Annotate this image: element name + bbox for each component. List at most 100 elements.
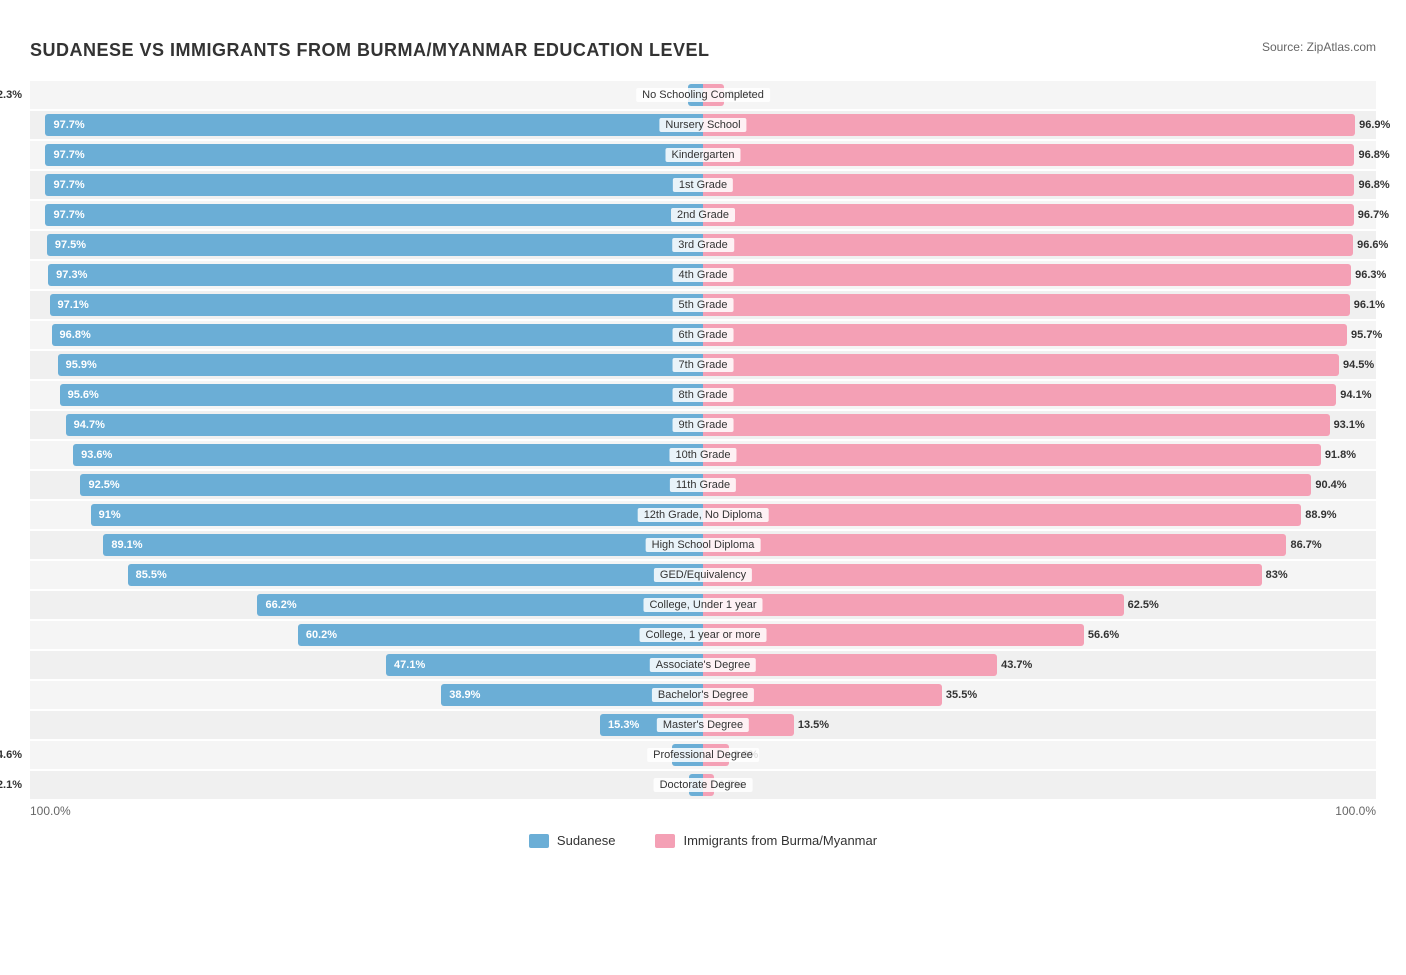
right-bar [703,144,1354,166]
right-section: 94.1% [703,381,1376,409]
right-bar [703,654,997,676]
bars-wrapper: 92.5%90.4%11th Grade [30,471,1376,499]
left-section: 96.8% [30,321,703,349]
chart-area: 2.3%3.1%No Schooling Completed97.7%96.9%… [30,81,1376,799]
right-section: 1.7% [703,771,1376,799]
left-section: 15.3% [30,711,703,739]
right-bar [703,774,714,796]
bars-wrapper: 47.1%43.7%Associate's Degree [30,651,1376,679]
left-section: 60.2% [30,621,703,649]
right-bar [703,84,724,106]
left-section: 95.9% [30,351,703,379]
bars-wrapper: 95.9%94.5%7th Grade [30,351,1376,379]
legend-item-left: Sudanese [529,833,616,848]
chart-container: SUDANESE VS IMMIGRANTS FROM BURMA/MYANMA… [20,20,1386,868]
left-bar: 60.2% [298,624,703,646]
right-bar-value: 96.9% [1359,119,1390,131]
left-bar: 97.7% [45,204,703,226]
legend-label-right: Immigrants from Burma/Myanmar [683,833,877,848]
bar-row: 60.2%56.6%College, 1 year or more [30,621,1376,649]
axis-left-label: 100.0% [30,804,71,818]
left-bar-value: 91% [95,509,125,521]
bar-row: 96.8%95.7%6th Grade [30,321,1376,349]
bar-row: 66.2%62.5%College, Under 1 year [30,591,1376,619]
left-section: 92.5% [30,471,703,499]
right-bar [703,624,1084,646]
bars-wrapper: 2.1%1.7%Doctorate Degree [30,771,1376,799]
right-section: 96.7% [703,201,1376,229]
left-bar-value: 97.7% [49,179,88,191]
left-bar-value: 93.6% [77,449,116,461]
right-bar [703,684,942,706]
bars-wrapper: 97.7%96.7%2nd Grade [30,201,1376,229]
right-bar-value: 96.3% [1355,269,1386,281]
bar-row: 95.6%94.1%8th Grade [30,381,1376,409]
left-bar [689,774,703,796]
left-section: 97.7% [30,141,703,169]
left-bar-value: 97.7% [49,209,88,221]
right-bar [703,114,1355,136]
right-bar [703,444,1321,466]
bar-row: 97.1%96.1%5th Grade [30,291,1376,319]
bars-wrapper: 91%88.9%12th Grade, No Diploma [30,501,1376,529]
right-bar-value: 62.5% [1128,599,1159,611]
bar-row: 94.7%93.1%9th Grade [30,411,1376,439]
right-section: 3.1% [703,81,1376,109]
left-bar-value: 60.2% [302,629,341,641]
right-bar-value: 88.9% [1305,509,1336,521]
legend: Sudanese Immigrants from Burma/Myanmar [30,833,1376,848]
bars-wrapper: 15.3%13.5%Master's Degree [30,711,1376,739]
right-bar-value: 1.7% [718,779,743,791]
bars-wrapper: 38.9%35.5%Bachelor's Degree [30,681,1376,709]
bar-row: 15.3%13.5%Master's Degree [30,711,1376,739]
right-bar [703,504,1301,526]
right-bar-value: 3.1% [728,89,753,101]
left-bar: 91% [91,504,703,526]
right-bar-value: 96.7% [1358,209,1389,221]
bar-row: 97.7%96.8%Kindergarten [30,141,1376,169]
bar-row: 97.7%96.7%2nd Grade [30,201,1376,229]
right-bar [703,384,1336,406]
left-bar-value: 15.3% [604,719,643,731]
bars-wrapper: 95.6%94.1%8th Grade [30,381,1376,409]
right-section: 43.7% [703,651,1376,679]
right-bar [703,174,1354,196]
left-bar-value: 4.6% [0,749,26,761]
left-bar-value: 92.5% [84,479,123,491]
left-section: 2.1% [30,771,703,799]
bar-row: 95.9%94.5%7th Grade [30,351,1376,379]
left-bar: 38.9% [441,684,703,706]
bar-row: 97.7%96.9%Nursery School [30,111,1376,139]
right-bar-value: 13.5% [798,719,829,731]
right-bar-value: 96.1% [1354,299,1385,311]
left-bar-value: 85.5% [132,569,171,581]
legend-label-left: Sudanese [557,833,616,848]
bars-wrapper: 2.3%3.1%No Schooling Completed [30,81,1376,109]
left-bar-value: 89.1% [107,539,146,551]
left-bar: 97.7% [45,144,703,166]
left-bar: 92.5% [80,474,703,496]
bars-wrapper: 85.5%83%GED/Equivalency [30,561,1376,589]
left-bar: 97.7% [45,114,703,136]
right-bar [703,204,1354,226]
right-section: 96.1% [703,291,1376,319]
right-bar-value: 91.8% [1325,449,1356,461]
right-section: 62.5% [703,591,1376,619]
bars-wrapper: 97.7%96.8%Kindergarten [30,141,1376,169]
left-bar-value: 97.1% [54,299,93,311]
bars-wrapper: 66.2%62.5%College, Under 1 year [30,591,1376,619]
bar-row: 47.1%43.7%Associate's Degree [30,651,1376,679]
left-bar-value: 94.7% [70,419,109,431]
right-bar-value: 3.9% [733,749,758,761]
bars-wrapper: 89.1%86.7%High School Diploma [30,531,1376,559]
left-section: 89.1% [30,531,703,559]
left-section: 97.7% [30,201,703,229]
right-bar-value: 94.1% [1340,389,1371,401]
left-bar [688,84,703,106]
bar-row: 38.9%35.5%Bachelor's Degree [30,681,1376,709]
right-bar-value: 83% [1266,569,1288,581]
axis-labels: 100.0% 100.0% [30,804,1376,818]
left-bar: 85.5% [128,564,703,586]
bar-row: 97.7%96.8%1st Grade [30,171,1376,199]
right-section: 96.8% [703,171,1376,199]
